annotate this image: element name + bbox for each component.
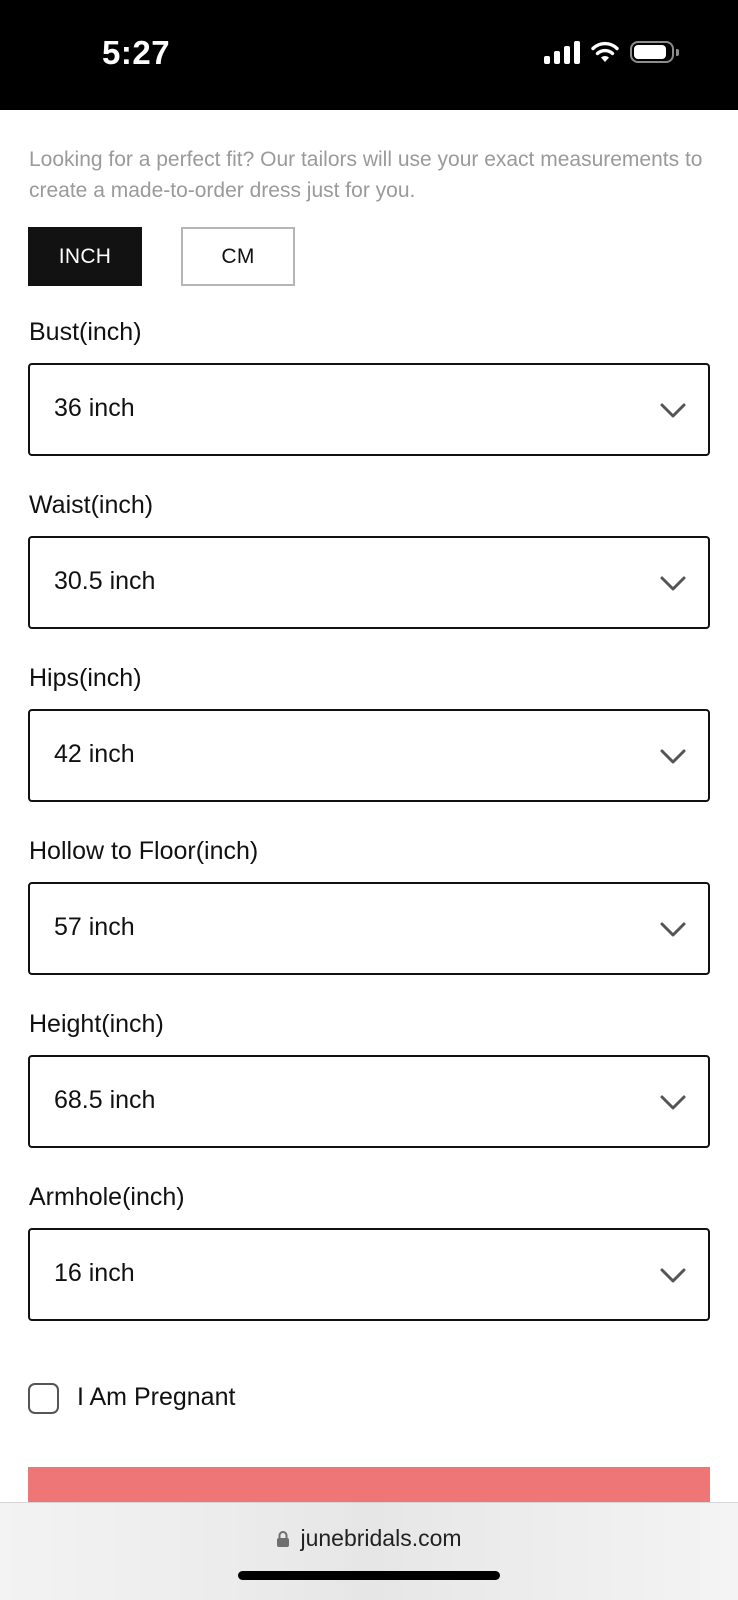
hollow-to-floor-label: Hollow to Floor(inch) xyxy=(29,837,259,865)
height-label: Height(inch) xyxy=(29,1010,164,1038)
armhole-value: 16 inch xyxy=(54,1259,135,1287)
waist-value: 30.5 inch xyxy=(54,567,156,595)
submit-button[interactable] xyxy=(28,1467,710,1502)
battery-icon xyxy=(630,41,679,63)
bust-label: Bust(inch) xyxy=(29,318,142,346)
chevron-down-icon xyxy=(660,749,686,764)
hips-value: 42 inch xyxy=(54,740,135,768)
waist-select[interactable]: 30.5 inch xyxy=(28,536,710,629)
status-time: 5:27 xyxy=(102,34,171,71)
lock-icon xyxy=(277,1530,290,1547)
hips-label: Hips(inch) xyxy=(29,664,142,692)
cellular-signal-icon xyxy=(544,40,580,64)
height-value: 68.5 inch xyxy=(54,1086,156,1114)
pregnant-label[interactable]: I Am Pregnant xyxy=(77,1383,235,1412)
armhole-label: Armhole(inch) xyxy=(29,1183,185,1211)
browser-bottom-bar: junebridals.com xyxy=(0,1502,738,1600)
status-bar: 5:27 xyxy=(0,0,738,110)
bust-select[interactable]: 36 inch xyxy=(28,363,710,456)
url-text: junebridals.com xyxy=(300,1525,462,1551)
pregnant-checkbox[interactable] xyxy=(28,1383,59,1414)
home-indicator[interactable] xyxy=(238,1571,500,1580)
address-bar[interactable]: junebridals.com xyxy=(0,1525,738,1552)
chevron-down-icon xyxy=(660,403,686,418)
unit-cm-button[interactable]: CM xyxy=(181,227,295,286)
height-select[interactable]: 68.5 inch xyxy=(28,1055,710,1148)
chevron-down-icon xyxy=(660,922,686,937)
hollow-to-floor-value: 57 inch xyxy=(54,913,135,941)
hollow-to-floor-select[interactable]: 57 inch xyxy=(28,882,710,975)
chevron-down-icon xyxy=(660,1095,686,1110)
hips-select[interactable]: 42 inch xyxy=(28,709,710,802)
status-icons xyxy=(544,40,679,64)
bust-value: 36 inch xyxy=(54,394,135,422)
chevron-down-icon xyxy=(660,576,686,591)
armhole-select[interactable]: 16 inch xyxy=(28,1228,710,1321)
wifi-icon xyxy=(591,41,619,62)
chevron-down-icon xyxy=(660,1268,686,1283)
measurement-form: Looking for a perfect fit? Our tailors w… xyxy=(0,110,738,1502)
unit-inch-button[interactable]: INCH xyxy=(28,227,142,286)
waist-label: Waist(inch) xyxy=(29,491,154,519)
intro-text: Looking for a perfect fit? Our tailors w… xyxy=(29,148,703,202)
